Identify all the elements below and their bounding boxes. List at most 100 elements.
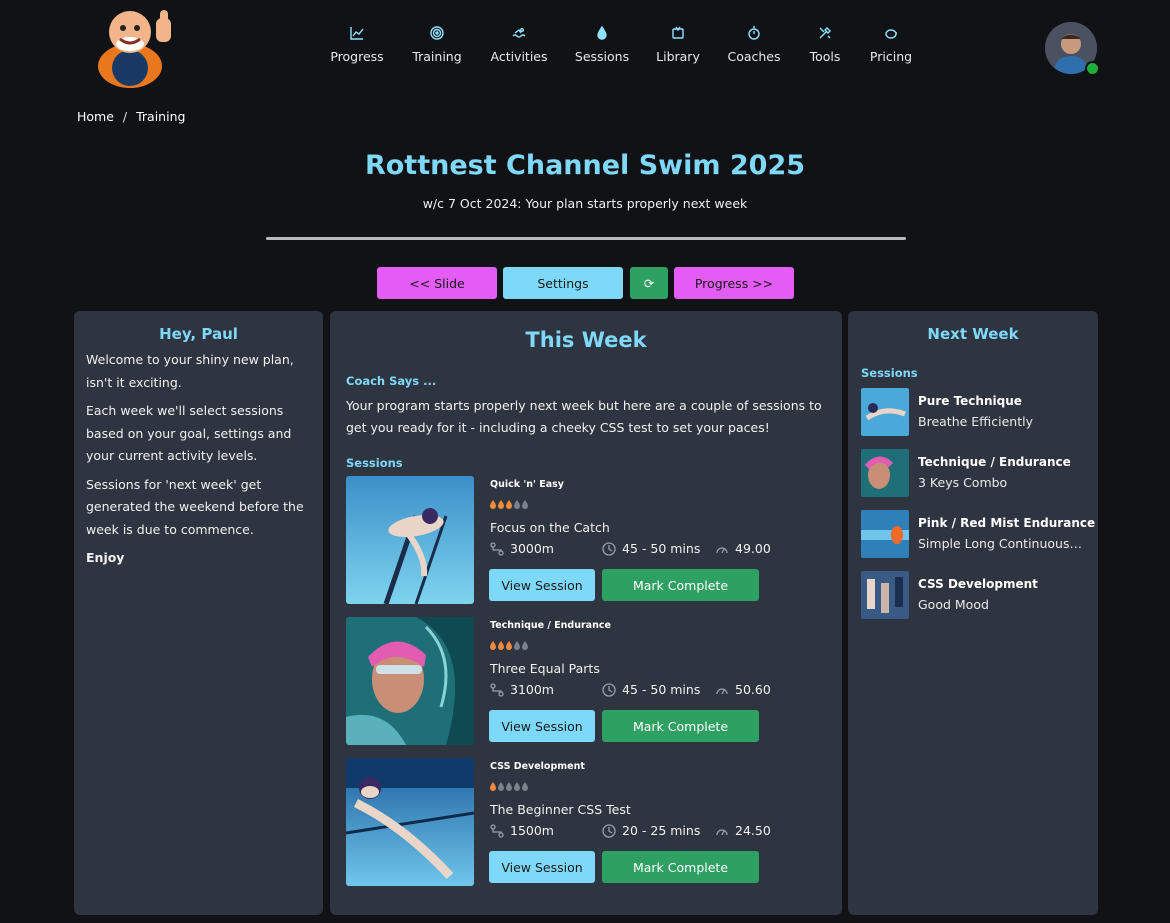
gauge-icon: [716, 546, 728, 553]
nav-label: Sessions: [574, 49, 630, 64]
view-session-button[interactable]: View Session: [489, 569, 595, 601]
next-week-session[interactable]: CSS Development Good Mood: [861, 571, 1091, 619]
page-title: Rottnest Channel Swim 2025: [364, 150, 806, 181]
duration-value: 20 - 25 mins: [622, 823, 701, 838]
session-thumbnail: [346, 476, 474, 604]
score-value: 50.60: [735, 682, 771, 697]
distance-value: 3000m: [510, 541, 554, 556]
nav-coaches[interactable]: Coaches: [712, 26, 796, 64]
duration-stat: 45 - 50 mins: [602, 682, 700, 697]
refresh-icon: ⟳: [643, 275, 655, 291]
flame-empty-icon: [522, 500, 528, 509]
clock-icon: [602, 541, 616, 556]
session-stats: 3100m 45 - 50 mins 50.60: [490, 682, 830, 700]
session-name: Three Equal Parts: [490, 661, 600, 676]
selection-text: Each week we'll select sessions based on…: [86, 403, 292, 463]
stopwatch-icon: [747, 26, 761, 40]
mark-complete-button[interactable]: Mark Complete: [602, 569, 759, 601]
route-icon: [490, 823, 504, 838]
next-week-session[interactable]: Pink / Red Mist Endurance Simple Long Co…: [861, 510, 1095, 558]
nav-label: Progress: [330, 49, 384, 64]
sessions-label: Sessions: [346, 456, 403, 470]
duration-stat: 20 - 25 mins: [602, 823, 700, 838]
mark-complete-button[interactable]: Mark Complete: [602, 851, 759, 883]
chart-line-icon: [350, 26, 364, 40]
nav-activities[interactable]: Activities: [478, 26, 560, 64]
nav-label: Training: [412, 49, 462, 64]
breadcrumb-separator: /: [122, 109, 128, 124]
target-icon: [430, 26, 444, 40]
distance-stat: 3000m: [490, 541, 554, 556]
intensity-rating: [490, 782, 528, 791]
flame-filled-icon: [506, 641, 512, 650]
session-type: CSS Development: [918, 577, 1038, 591]
route-icon: [490, 541, 504, 556]
this-week-panel: This Week Coach Says ... Your program st…: [330, 311, 842, 915]
view-session-button[interactable]: View Session: [489, 710, 595, 742]
session-name: Simple Long Continuous…: [918, 536, 1082, 551]
main-nav: Progress Training Activities Sessions Li…: [318, 25, 928, 64]
duration-value: 45 - 50 mins: [622, 541, 701, 556]
session-thumbnail: [861, 449, 909, 497]
score-stat: 49.00: [715, 541, 771, 556]
breadcrumb-current: Training: [136, 109, 186, 124]
flame-filled-icon: [498, 641, 504, 650]
nav-training[interactable]: Training: [396, 26, 478, 64]
swim-smooth-logo[interactable]: [90, 6, 182, 90]
session-thumbnail: [861, 571, 909, 619]
session-name: 3 Keys Combo: [918, 475, 1008, 490]
progress-forward-button[interactable]: Progress >>: [674, 267, 794, 299]
distance-value: 3100m: [510, 682, 554, 697]
nav-sessions[interactable]: Sessions: [560, 25, 644, 64]
refresh-button[interactable]: ⟳: [630, 267, 668, 299]
welcome-panel: Hey, Paul Welcome to your shiny new plan…: [74, 311, 323, 915]
nav-label: Pricing: [869, 49, 913, 64]
slide-back-button[interactable]: << Slide: [377, 267, 497, 299]
route-icon: [490, 682, 504, 697]
flame-filled-icon: [506, 500, 512, 509]
settings-button[interactable]: Settings: [503, 267, 623, 299]
clock-icon: [602, 823, 616, 838]
flame-empty-icon: [514, 782, 520, 791]
flame-empty-icon: [522, 641, 528, 650]
session-thumbnail: [346, 758, 474, 886]
nav-library[interactable]: Library: [644, 26, 712, 64]
flame-filled-icon: [490, 641, 496, 650]
intensity-rating: [490, 500, 528, 509]
nav-tools[interactable]: Tools: [796, 26, 854, 64]
session-type: CSS Development: [490, 761, 585, 772]
next-week-session[interactable]: Pure Technique Breathe Efficiently: [861, 388, 1091, 436]
online-status-indicator: [1085, 61, 1100, 76]
session-name: Good Mood: [918, 597, 989, 612]
session-thumbnail: [346, 617, 474, 745]
coach-message: Your program starts properly next week b…: [346, 398, 822, 435]
schedule-text: Sessions for 'next week' get generated t…: [86, 476, 304, 537]
drop-icon: [595, 25, 609, 40]
session-thumbnail: [861, 510, 909, 558]
piggy-bank-icon: [884, 26, 898, 40]
intensity-rating: [490, 641, 528, 650]
session-thumbnail: [861, 388, 909, 436]
nav-label: Coaches: [727, 49, 781, 64]
session-card: CSS Development The Beginner CSS Test 15…: [346, 758, 826, 888]
session-name: The Beginner CSS Test: [490, 802, 631, 817]
next-week-session[interactable]: Technique / Endurance 3 Keys Combo: [861, 449, 1091, 497]
flame-filled-icon: [490, 500, 496, 509]
breadcrumb: Home / Training: [77, 109, 190, 124]
book-icon: [671, 26, 685, 40]
mark-complete-button[interactable]: Mark Complete: [602, 710, 759, 742]
distance-stat: 1500m: [490, 823, 554, 838]
session-type: Pure Technique: [918, 394, 1022, 408]
score-stat: 24.50: [715, 823, 771, 838]
session-type: Quick 'n' Easy: [490, 479, 564, 490]
nav-label: Library: [656, 49, 700, 64]
nav-progress[interactable]: Progress: [318, 26, 396, 64]
session-card: Technique / Endurance Three Equal Parts …: [346, 617, 826, 747]
flame-empty-icon: [506, 782, 512, 791]
welcome-text: Welcome to your shiny new plan, isn't it…: [86, 352, 294, 390]
this-week-heading: This Week: [525, 328, 647, 352]
greeting-heading: Hey, Paul: [159, 325, 238, 343]
view-session-button[interactable]: View Session: [489, 851, 595, 883]
breadcrumb-home[interactable]: Home: [77, 109, 114, 124]
nav-pricing[interactable]: Pricing: [854, 26, 928, 64]
